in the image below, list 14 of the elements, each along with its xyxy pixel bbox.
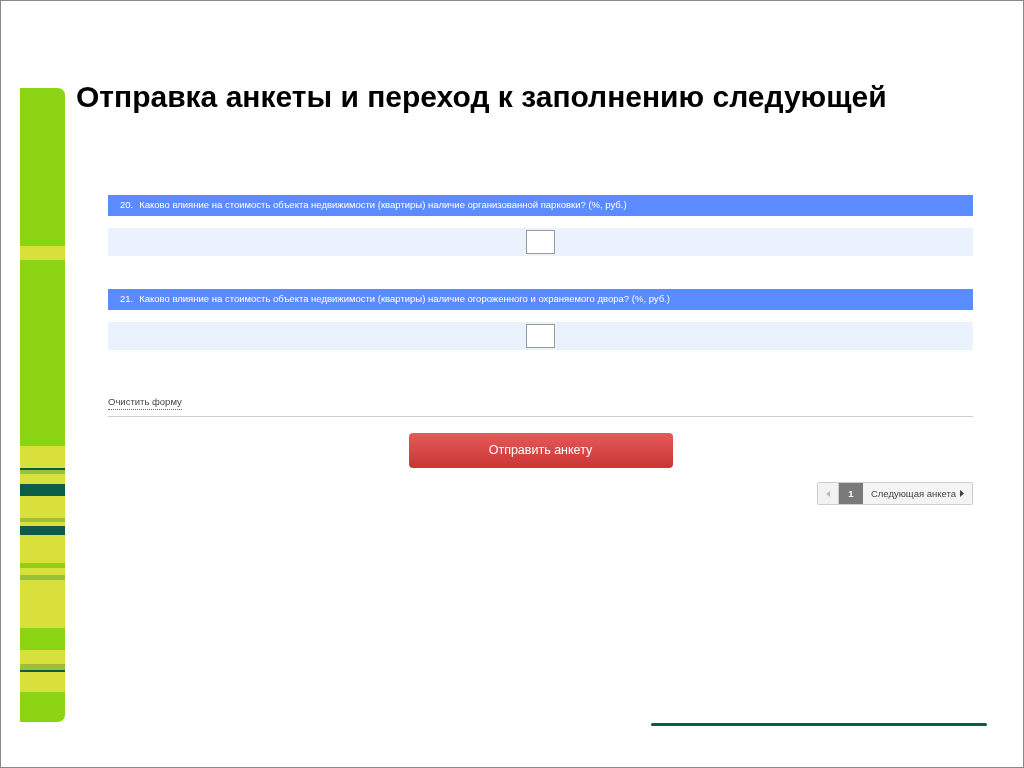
previous-page-button[interactable] (817, 483, 839, 505)
answer-field[interactable] (526, 324, 555, 348)
caret-left-icon (825, 490, 830, 497)
slide-title: Отправка анкеты и переход к заполнению следующей (76, 79, 887, 115)
next-survey-button[interactable]: Следующая анкета (862, 483, 972, 505)
question-text: Каково влияние на стоимость объекта недвижимости (квартиры) наличие огороженного и охраняемого двора? (%, руб.) (139, 292, 670, 307)
question-number: 21. (120, 292, 134, 307)
clear-form-link[interactable]: Очистить форму (108, 395, 182, 411)
page-button[interactable]: 1 (838, 483, 863, 505)
question-number: 20. (120, 198, 134, 213)
submit-button[interactable]: Отправить анкету (408, 433, 673, 469)
question-text: Каково влияние на стоимость объекта недвижимости (квартиры) наличие организованной парковки? (%, руб.) (139, 198, 627, 213)
caret-right-icon (960, 490, 964, 498)
answer-field[interactable] (526, 230, 555, 254)
